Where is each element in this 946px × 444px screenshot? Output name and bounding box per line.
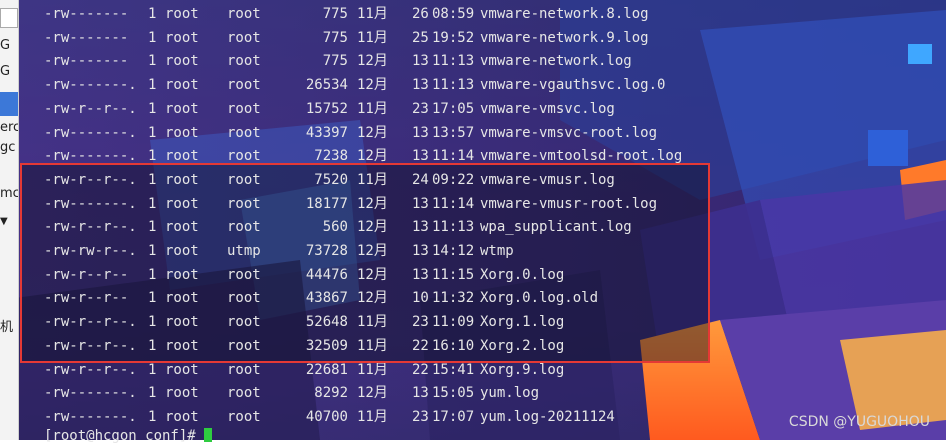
listing-owner: root	[165, 29, 199, 46]
listing-time: 17:07	[432, 408, 475, 425]
listing-size: 8292	[314, 385, 348, 402]
listing-name: vmware-vmsvc-root.log	[480, 124, 658, 141]
listing-perm: -rw-------	[44, 53, 129, 70]
listing-links: 1	[148, 53, 157, 70]
listing-day: 23	[412, 408, 429, 425]
listing-size: 775	[322, 29, 348, 46]
listing-owner: root	[165, 77, 199, 94]
listing-size: 26534	[305, 77, 348, 94]
listing-perm: -rw-------.	[44, 77, 137, 94]
listing-time: 11:13	[432, 77, 475, 94]
listing-day: 13	[412, 124, 429, 141]
listing-perm: -rw-------.	[44, 385, 137, 402]
listing-time: 17:05	[432, 100, 475, 117]
listing-month: 11月	[357, 100, 388, 117]
listing-perm: -rw-------.	[44, 124, 137, 141]
listing-day: 25	[412, 29, 429, 46]
listing-owner: root	[165, 53, 199, 70]
listing-size: 43397	[305, 124, 348, 141]
listing-month: 12月	[357, 385, 388, 402]
listing-size: 40700	[305, 408, 348, 425]
listing-size: 15752	[305, 100, 348, 117]
listing-group: root	[227, 53, 261, 70]
listing-size: 775	[322, 6, 348, 22]
listing-owner: root	[165, 408, 199, 425]
highlight-annotation-box	[20, 163, 710, 363]
listing-time: 13:57	[432, 124, 475, 141]
listing-month: 11月	[357, 6, 388, 22]
listing-name: yum.log	[480, 385, 540, 402]
listing-time: 19:52	[432, 29, 475, 46]
listing-links: 1	[148, 77, 157, 94]
listing-perm: -rw-------.	[44, 408, 137, 425]
listing-month: 11月	[357, 408, 388, 425]
listing-name: vmware-network.9.log	[480, 29, 649, 46]
listing-group: root	[227, 100, 261, 117]
listing-name: vmware-vgauthsvc.log.0	[480, 77, 666, 94]
listing-month: 12月	[357, 77, 388, 94]
listing-month: 11月	[357, 29, 388, 46]
listing-day: 13	[412, 53, 429, 70]
terminal-prompt[interactable]: [root@hcgon conf]#	[44, 428, 213, 444]
listing-name: vmware-vmsvc.log	[480, 100, 615, 117]
listing-time: 15:05	[432, 385, 475, 402]
listing-links: 1	[148, 385, 157, 402]
listing-group: root	[227, 408, 261, 425]
listing-name: yum.log-20211124	[480, 408, 615, 425]
listing-day: 13	[412, 77, 429, 94]
listing-day: 13	[412, 385, 429, 402]
listing-time: 08:59	[432, 6, 475, 22]
listing-group: root	[227, 124, 261, 141]
listing-owner: root	[165, 385, 199, 402]
listing-owner: root	[165, 100, 199, 117]
listing-links: 1	[148, 408, 157, 425]
listing-links: 1	[148, 100, 157, 117]
listing-owner: root	[165, 6, 199, 22]
csdn-watermark: CSDN @YUGUOHOU	[788, 414, 930, 430]
listing-perm: -rw-------	[44, 6, 129, 22]
listing-owner: root	[165, 124, 199, 141]
listing-month: 12月	[357, 124, 388, 141]
listing-group: root	[227, 77, 261, 94]
listing-links: 1	[148, 6, 157, 22]
listing-links: 1	[148, 29, 157, 46]
listing-group: root	[227, 29, 261, 46]
prompt-text: [root@hcgon conf]#	[44, 428, 205, 444]
listing-perm: -rw-------	[44, 29, 129, 46]
listing-time: 11:13	[432, 53, 475, 70]
listing-month: 12月	[357, 53, 388, 70]
listing-day: 26	[412, 6, 429, 22]
listing-day: 23	[412, 100, 429, 117]
listing-perm: -rw-r--r--.	[44, 100, 137, 117]
listing-size: 775	[322, 53, 348, 70]
listing-name: vmware-network.8.log	[480, 6, 649, 22]
listing-links: 1	[148, 124, 157, 141]
listing-name: vmware-network.log	[480, 53, 632, 70]
listing-group: root	[227, 385, 261, 402]
listing-group: root	[227, 6, 261, 22]
